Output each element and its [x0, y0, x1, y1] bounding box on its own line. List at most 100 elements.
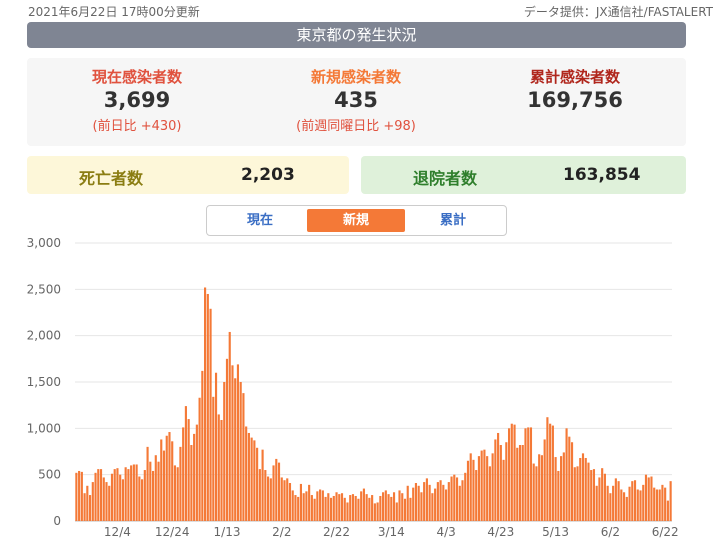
bar: [565, 428, 568, 521]
bar: [269, 478, 272, 521]
bar: [299, 483, 302, 521]
x-tick-label: 5/13: [542, 525, 569, 539]
bar: [617, 481, 620, 521]
bar: [94, 472, 97, 521]
bar: [108, 485, 111, 521]
bar: [343, 497, 346, 521]
bar: [78, 470, 81, 521]
recovered-box: 退院者数 163,854: [361, 156, 686, 194]
bar: [491, 453, 494, 521]
bar: [409, 497, 412, 521]
bar: [623, 492, 626, 521]
new-cases-chart: 0 500 1,000 1,500 2,000 2,500 3,000 12/4 12/24 1/…: [27, 236, 679, 539]
bar: [231, 365, 234, 521]
bar: [434, 488, 437, 521]
x-tick-label: 2/2: [272, 525, 291, 539]
bar: [620, 489, 623, 521]
bar: [560, 456, 563, 521]
bar: [521, 445, 524, 521]
bar: [329, 497, 333, 521]
bar: [379, 495, 382, 521]
bar: [165, 435, 168, 521]
new-cases-value: 435: [334, 88, 378, 112]
bar: [653, 487, 656, 521]
bar: [406, 485, 409, 521]
bar: [573, 467, 576, 521]
bar: [206, 293, 209, 521]
bar: [354, 495, 357, 521]
current-cases-label: 現在感染者数: [91, 68, 182, 86]
bar: [666, 500, 669, 521]
bar: [581, 453, 585, 521]
bar: [162, 450, 166, 521]
bar: [308, 484, 311, 521]
bar: [225, 358, 229, 521]
bar: [598, 477, 601, 521]
bar: [204, 287, 207, 521]
tab-total[interactable]: 累計: [404, 209, 502, 232]
bar: [91, 482, 94, 521]
section-title: 東京都の発生状況: [27, 22, 686, 48]
bar: [650, 476, 653, 521]
x-tick-label: 12/24: [155, 525, 190, 539]
bar: [527, 427, 530, 521]
bar: [253, 440, 256, 521]
bar: [642, 484, 645, 521]
bar: [612, 485, 615, 521]
bar: [138, 476, 141, 521]
bar: [294, 495, 297, 521]
bar: [198, 397, 201, 521]
tab-current[interactable]: 現在: [211, 209, 309, 232]
bar: [220, 419, 223, 521]
bar: [464, 472, 467, 521]
bar: [636, 489, 639, 521]
bar: [538, 454, 541, 521]
bar: [546, 417, 549, 521]
total-cases-stat: 累計感染者数 169,756: [475, 66, 675, 112]
bar: [480, 450, 483, 521]
bar: [143, 470, 146, 521]
bar: [124, 467, 127, 521]
bar: [313, 498, 316, 521]
bar: [267, 476, 270, 521]
bar: [116, 468, 119, 521]
bar: [130, 465, 133, 521]
y-tick-label: 0: [53, 514, 61, 528]
bar: [384, 490, 387, 521]
bar: [368, 497, 371, 521]
tab-new[interactable]: 新規: [307, 209, 405, 232]
new-cases-change: (前週同曜日比 +98): [296, 119, 416, 134]
bar: [382, 492, 385, 521]
bar: [595, 485, 598, 521]
bar: [472, 459, 475, 521]
bar: [338, 494, 341, 521]
bar: [576, 466, 579, 521]
bar: [401, 493, 404, 521]
bar: [146, 446, 149, 521]
bar: [187, 419, 190, 521]
bar: [669, 481, 672, 521]
bar: [264, 470, 267, 521]
x-tick-label: 6/22: [652, 525, 679, 539]
bar: [633, 480, 637, 521]
bar: [458, 485, 461, 521]
bar: [168, 432, 171, 521]
bar: [524, 428, 527, 521]
bar: [275, 458, 278, 521]
bar: [412, 487, 415, 521]
y-tick-label: 2,500: [27, 282, 61, 296]
bar: [173, 465, 177, 521]
bar: [628, 486, 631, 521]
deaths-value: 2,203: [241, 165, 295, 185]
bar: [212, 396, 215, 521]
bar: [97, 469, 100, 521]
bar: [562, 452, 565, 521]
recovered-label: 退院者数: [413, 169, 478, 188]
bar: [557, 470, 560, 521]
bar: [239, 382, 242, 521]
bar: [291, 490, 294, 521]
bar: [324, 496, 327, 521]
bar: [236, 364, 240, 521]
bar: [102, 477, 105, 521]
bar: [258, 469, 261, 521]
